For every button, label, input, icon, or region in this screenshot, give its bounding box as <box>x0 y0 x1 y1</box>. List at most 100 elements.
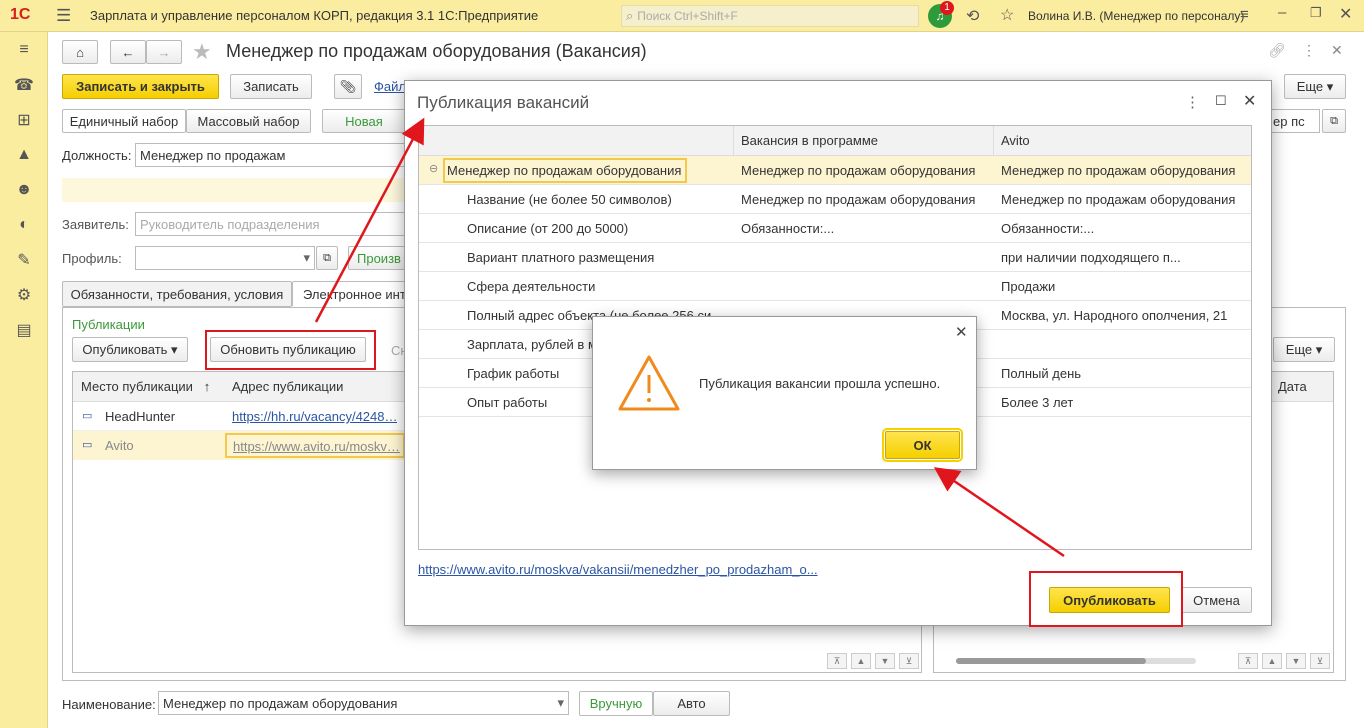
address-cell[interactable]: https://hh.ru/vacancy/4248… <box>232 409 397 424</box>
search-icon: ⌕ <box>626 8 634 23</box>
user-name[interactable]: Волина И.В. (Менеджер по персоналу) <box>1028 9 1244 23</box>
col-address[interactable]: Адрес публикации <box>232 379 343 394</box>
close-icon[interactable]: ✕ <box>1339 4 1352 24</box>
publish-dropdown-button[interactable]: Опубликовать ▾ <box>72 337 188 362</box>
col-divider <box>993 126 994 156</box>
sidebar-card-icon[interactable]: ▤ <box>12 318 36 342</box>
sidebar-graduation-icon[interactable]: ▲ <box>12 143 36 167</box>
message-close-icon[interactable]: ✕ <box>955 323 968 341</box>
menu-icon[interactable]: ☰ <box>56 6 71 26</box>
message-box: ✕ Публикация вакансии прошла успешно. ОК <box>592 316 977 470</box>
home-button[interactable]: ⌂ <box>62 40 98 64</box>
scroll-down-button[interactable]: ▼ <box>1286 653 1306 669</box>
right-select-field[interactable]: ер пс <box>1268 109 1320 133</box>
h-scrollbar[interactable] <box>956 658 1196 664</box>
dialog-title: Публикация вакансий <box>417 93 590 112</box>
forward-button[interactable]: → <box>146 40 182 64</box>
app-logo[interactable]: 1С <box>10 6 30 24</box>
highlight-publish-button <box>1029 571 1183 627</box>
col-date[interactable]: Дата <box>1278 379 1307 394</box>
message-text: Публикация вакансии прошла успешно. <box>699 376 941 391</box>
dialog-maximize-icon[interactable]: ☐ <box>1215 93 1227 109</box>
link-icon[interactable]: 🔗︎ <box>1268 42 1286 59</box>
restore-icon[interactable]: ❐ <box>1310 5 1322 21</box>
param-name-cell: Опыт работы <box>467 395 548 410</box>
position-field[interactable]: Менеджер по продажам <box>135 143 405 167</box>
single-set-button[interactable]: Единичный набор <box>62 109 186 133</box>
sidebar-wrench-icon[interactable]: ✎ <box>12 248 36 272</box>
address-cell-selected[interactable]: https://www.avito.ru/moskv… <box>225 433 405 458</box>
pub-more-button[interactable]: Еще ▾ <box>1273 337 1335 362</box>
favorite-star-icon[interactable]: ★ <box>192 39 212 65</box>
param-name-cell: Название (не более 50 символов) <box>467 192 672 207</box>
produce-button[interactable]: Произв <box>348 246 406 270</box>
sidebar-helmet-icon[interactable]: ◐ <box>12 213 36 237</box>
scroll-up-button[interactable]: ▲ <box>1262 653 1282 669</box>
settings-icon[interactable]: ≡ <box>1240 6 1249 23</box>
chevron-down-icon[interactable]: ▾ <box>557 695 564 711</box>
avito-value-cell[interactable]: Обязанности:... <box>1001 221 1094 236</box>
manual-button[interactable]: Вручную <box>579 691 653 716</box>
files-link[interactable]: Файл <box>374 79 406 94</box>
avito-value-cell[interactable]: Москва, ул. Народного ополчения, 21 <box>1001 308 1227 323</box>
h-scrollbar-thumb[interactable] <box>956 658 1146 664</box>
sidebar-phone-icon[interactable]: ☎ <box>12 73 36 97</box>
mass-set-button[interactable]: Массовый набор <box>186 109 311 133</box>
history-icon[interactable]: ⟲ <box>966 6 979 26</box>
dialog-close-icon[interactable]: ✕ <box>1243 91 1256 111</box>
avito-value-cell[interactable]: Менеджер по продажам оборудования <box>1001 163 1235 178</box>
scroll-up-button[interactable]: ▲ <box>851 653 871 669</box>
scroll-top-button[interactable]: ⊼ <box>1238 653 1258 669</box>
global-search-input[interactable]: ⌕ Поиск Ctrl+Shift+F <box>621 5 919 27</box>
dialog-table-header: Вакансия в программе Avito <box>419 126 1251 156</box>
save-button[interactable]: Записать <box>230 74 312 99</box>
profile-field[interactable]: ▾ <box>135 246 315 270</box>
more-vert-icon[interactable]: ⋮ <box>1302 42 1316 59</box>
applicant-field[interactable]: Руководитель подразделения <box>135 212 405 236</box>
profile-label: Профиль: <box>62 251 122 266</box>
scroll-bottom-button[interactable]: ⊻ <box>1310 653 1330 669</box>
ok-button[interactable]: ОК <box>882 428 963 462</box>
scroll-down-button[interactable]: ▼ <box>875 653 895 669</box>
favorites-icon[interactable]: ☆ <box>1000 5 1014 25</box>
col-prog[interactable]: Вакансия в программе <box>741 133 878 148</box>
sidebar-gear-icon[interactable]: ⚙ <box>12 283 36 307</box>
scroll-bottom-button[interactable]: ⊻ <box>899 653 919 669</box>
name-label: Наименование: <box>62 697 156 712</box>
new-status-button[interactable]: Новая <box>322 109 406 133</box>
sidebar-gift-icon[interactable]: ⊞ <box>12 108 36 132</box>
back-button[interactable]: ← <box>110 40 146 64</box>
dialog-cancel-button[interactable]: Отмена <box>1181 587 1252 613</box>
auto-button[interactable]: Авто <box>653 691 730 716</box>
dialog-table-row[interactable]: Сфера деятельности Продажи <box>419 272 1251 301</box>
col-place[interactable]: Место публикации ↑ <box>81 379 210 394</box>
right-open-icon[interactable]: ⧉ <box>1322 109 1346 133</box>
name-field[interactable]: Менеджер по продажам оборудования ▾ <box>158 691 569 715</box>
avito-value-cell[interactable]: при наличии подходящего п... <box>1001 250 1181 265</box>
dialog-more-icon[interactable]: ⋮ <box>1185 93 1200 111</box>
position-label: Должность: <box>62 148 132 163</box>
avito-value-cell[interactable]: Полный день <box>1001 366 1081 381</box>
more-button[interactable]: Еще ▾ <box>1284 74 1346 99</box>
sidebar-people-icon[interactable]: ☻ <box>12 178 36 202</box>
col-avito[interactable]: Avito <box>1001 133 1030 148</box>
dialog-table-row[interactable]: Описание (от 200 до 5000) Обязанности:...… <box>419 214 1251 243</box>
collapse-icon[interactable]: ⊖ <box>429 162 438 175</box>
avito-value-cell[interactable]: Менеджер по продажам оборудования <box>1001 192 1235 207</box>
tab-electronic[interactable]: Электронное инте <box>292 281 406 307</box>
dialog-table-row[interactable]: Название (не более 50 символов) Менеджер … <box>419 185 1251 214</box>
tab-duties[interactable]: Обязанности, требования, условия <box>62 281 292 307</box>
save-close-button[interactable]: Записать и закрыть <box>62 74 219 99</box>
attach-button[interactable]: 📎︎ <box>334 74 362 99</box>
minimize-icon[interactable]: – <box>1278 4 1286 21</box>
scroll-top-button[interactable]: ⊼ <box>827 653 847 669</box>
avito-value-cell[interactable]: Более 3 лет <box>1001 395 1073 410</box>
sidebar-menu-icon[interactable]: ≡ <box>12 38 36 62</box>
dialog-avito-link[interactable]: https://www.avito.ru/moskva/vakansii/men… <box>418 562 818 577</box>
profile-open-icon[interactable]: ⧉ <box>316 246 338 270</box>
address-cell[interactable]: https://www.avito.ru/moskv… <box>233 439 400 454</box>
doc-close-icon[interactable]: ✕ <box>1331 42 1343 59</box>
avito-value-cell[interactable]: Продажи <box>1001 279 1055 294</box>
dialog-table-row[interactable]: ⊖ Менеджер по продажам оборудования Менедж… <box>419 156 1251 185</box>
dialog-table-row[interactable]: Вариант платного размещения при наличии п… <box>419 243 1251 272</box>
